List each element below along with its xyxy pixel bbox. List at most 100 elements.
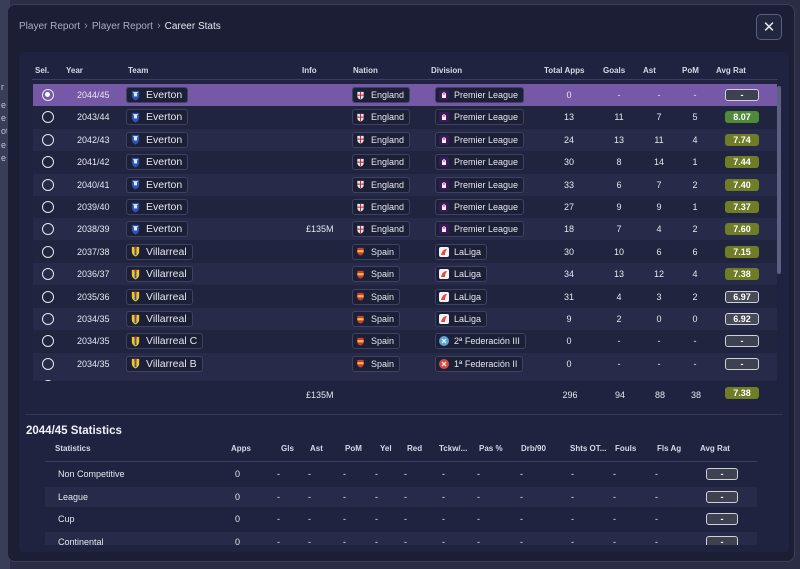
- career-row[interactable]: 2037/38 Villarreal Spain LaLiga 30 10 6 6 7.15: [33, 240, 777, 263]
- division-link[interactable]: LaLiga: [435, 266, 488, 283]
- row-select-radio[interactable]: [42, 245, 54, 258]
- stats-header-ast[interactable]: Ast: [310, 444, 323, 453]
- row-select-radio[interactable]: [42, 357, 54, 370]
- row-select-radio[interactable]: [42, 290, 54, 303]
- stats-header-fouls-against[interactable]: Fls Ag: [657, 444, 681, 453]
- team-link[interactable]: Villarreal C: [126, 333, 204, 350]
- nation-link[interactable]: England: [352, 87, 411, 103]
- career-row-partial[interactable]: [33, 375, 777, 381]
- nation-link[interactable]: Spain: [352, 311, 401, 327]
- breadcrumb-item[interactable]: Player Report: [92, 21, 153, 32]
- team-link[interactable]: Everton: [126, 87, 189, 103]
- division-link[interactable]: Premier League: [435, 131, 525, 148]
- column-header-nation[interactable]: Nation: [353, 66, 378, 75]
- team-link[interactable]: Villarreal: [126, 243, 193, 260]
- division-link[interactable]: Premier League: [435, 109, 525, 126]
- nation-link[interactable]: England: [352, 199, 411, 215]
- career-row[interactable]: 2034/35 Villarreal Spain LaLiga 9 2 0 0 6.92: [33, 308, 777, 330]
- row-select-radio[interactable]: [42, 223, 54, 236]
- team-link[interactable]: Villarreal: [126, 311, 193, 327]
- team-link[interactable]: Everton: [126, 109, 189, 126]
- team-link[interactable]: Everton: [126, 131, 189, 148]
- division-link[interactable]: Premier League: [435, 154, 525, 171]
- column-header-pom[interactable]: PoM: [682, 66, 699, 75]
- column-header-goals[interactable]: Goals: [603, 66, 625, 75]
- team-link[interactable]: Villarreal: [126, 266, 193, 283]
- row-select-radio[interactable]: [42, 156, 54, 169]
- row-select-radio[interactable]: [42, 335, 54, 348]
- career-row[interactable]: 2044/45 Everton England Premier League 0 - - - -: [33, 84, 777, 106]
- nation-link[interactable]: England: [352, 176, 411, 193]
- career-row[interactable]: 2038/39 Everton £135M England Premier League…: [33, 218, 777, 241]
- team-link[interactable]: Villarreal B: [126, 355, 203, 372]
- stats-header-apps[interactable]: Apps: [231, 444, 251, 453]
- scrollbar[interactable]: [777, 86, 781, 376]
- breadcrumb-item[interactable]: Player Report: [19, 21, 80, 32]
- nation-link[interactable]: England: [352, 109, 411, 126]
- row-select-radio[interactable]: [42, 268, 54, 281]
- division-link[interactable]: 2ª Federación III: [435, 333, 526, 350]
- division-link[interactable]: 1ª Federación II: [435, 355, 524, 372]
- nation-link[interactable]: Spain: [352, 355, 401, 372]
- career-row[interactable]: 2041/42 Everton England Premier League 30 8 14…: [33, 151, 777, 174]
- nation-link[interactable]: Spain: [352, 333, 401, 350]
- stats-header-statistics[interactable]: Statistics: [55, 444, 91, 453]
- nation-link[interactable]: Spain: [352, 243, 401, 260]
- column-header-avg-rating[interactable]: Avg Rat: [716, 66, 746, 75]
- stats-row[interactable]: Non Competitive 0 - - - - - - - - - - - -: [45, 464, 757, 484]
- column-header-sel[interactable]: Sel.: [35, 66, 49, 75]
- row-select-radio[interactable]: [42, 313, 54, 325]
- stats-row[interactable]: League 0 - - - - - - - - - - - -: [45, 486, 757, 507]
- column-header-info[interactable]: Info: [302, 66, 317, 75]
- stats-header-avg-rating[interactable]: Avg Rat: [700, 444, 730, 453]
- scrollbar-thumb[interactable]: [777, 86, 781, 274]
- row-select-radio[interactable]: [42, 133, 54, 146]
- stats-header-gls[interactable]: Gls: [281, 444, 294, 453]
- team-link[interactable]: Everton: [126, 221, 189, 238]
- stats-header-shots-on-target[interactable]: Shts OT...: [570, 444, 606, 453]
- row-select-radio[interactable]: [42, 178, 54, 191]
- team-link[interactable]: Everton: [126, 176, 189, 193]
- nation-link[interactable]: England: [352, 221, 411, 238]
- career-row[interactable]: 2035/36 Villarreal Spain LaLiga 31 4 3 2 6.97: [33, 285, 777, 308]
- career-row[interactable]: 2034/35 Villarreal C Spain 2ª Federación II…: [33, 330, 777, 353]
- close-button[interactable]: ✕: [756, 14, 782, 40]
- career-row[interactable]: 2040/41 Everton England Premier League 33 6 7 2…: [33, 173, 777, 196]
- team-link[interactable]: Villarreal: [126, 288, 193, 305]
- stats-row[interactable]: Cup 0 - - - - - - - - - - - -: [45, 509, 757, 529]
- stats-header-fouls[interactable]: Fouls: [615, 444, 636, 453]
- career-row[interactable]: 2043/44 Everton England Premier League 13 11 7…: [33, 106, 777, 129]
- column-header-team[interactable]: Team: [128, 66, 148, 75]
- career-row[interactable]: 2039/40 Everton England Premier League 27 9 9 1…: [33, 196, 777, 218]
- stats-row[interactable]: Continental 0 - - - - - - - - - - - -: [45, 531, 757, 545]
- division-link[interactable]: LaLiga: [435, 288, 488, 305]
- division-link[interactable]: LaLiga: [435, 311, 488, 327]
- nation-link[interactable]: England: [352, 131, 411, 148]
- team-link[interactable]: Everton: [126, 154, 189, 171]
- division-link[interactable]: Premier League: [435, 221, 525, 238]
- career-row[interactable]: 2036/37 Villarreal Spain LaLiga 34 13 12 4 7.38: [33, 263, 777, 286]
- division-link[interactable]: Premier League: [435, 199, 525, 215]
- row-select-radio[interactable]: [42, 201, 54, 213]
- stats-header-yel[interactable]: Yel: [380, 444, 392, 453]
- division-link[interactable]: Premier League: [435, 176, 525, 193]
- column-header-total-apps[interactable]: Total Apps: [544, 66, 584, 75]
- column-header-assists[interactable]: Ast: [643, 66, 656, 75]
- stats-header-red[interactable]: Red: [407, 444, 422, 453]
- row-select-radio[interactable]: [42, 89, 54, 101]
- division-link[interactable]: LaLiga: [435, 243, 488, 260]
- stats-header-pass-pct[interactable]: Pas %: [479, 444, 503, 453]
- column-header-year[interactable]: Year: [66, 66, 83, 75]
- nation-link[interactable]: England: [352, 154, 411, 171]
- career-row[interactable]: 2042/43 Everton England Premier League 24 13 1…: [33, 128, 777, 151]
- stats-header-pom[interactable]: PoM: [345, 444, 362, 453]
- stats-header-dribbles[interactable]: Drb/90: [521, 444, 546, 453]
- column-header-division[interactable]: Division: [431, 66, 462, 75]
- team-link[interactable]: Everton: [126, 199, 189, 215]
- division-link[interactable]: Premier League: [435, 87, 525, 103]
- nation-link[interactable]: Spain: [352, 288, 401, 305]
- row-select-radio[interactable]: [42, 380, 54, 381]
- nation-link[interactable]: Spain: [352, 266, 401, 283]
- stats-header-tackles[interactable]: Tckw/...: [439, 444, 467, 453]
- row-select-radio[interactable]: [42, 111, 54, 124]
